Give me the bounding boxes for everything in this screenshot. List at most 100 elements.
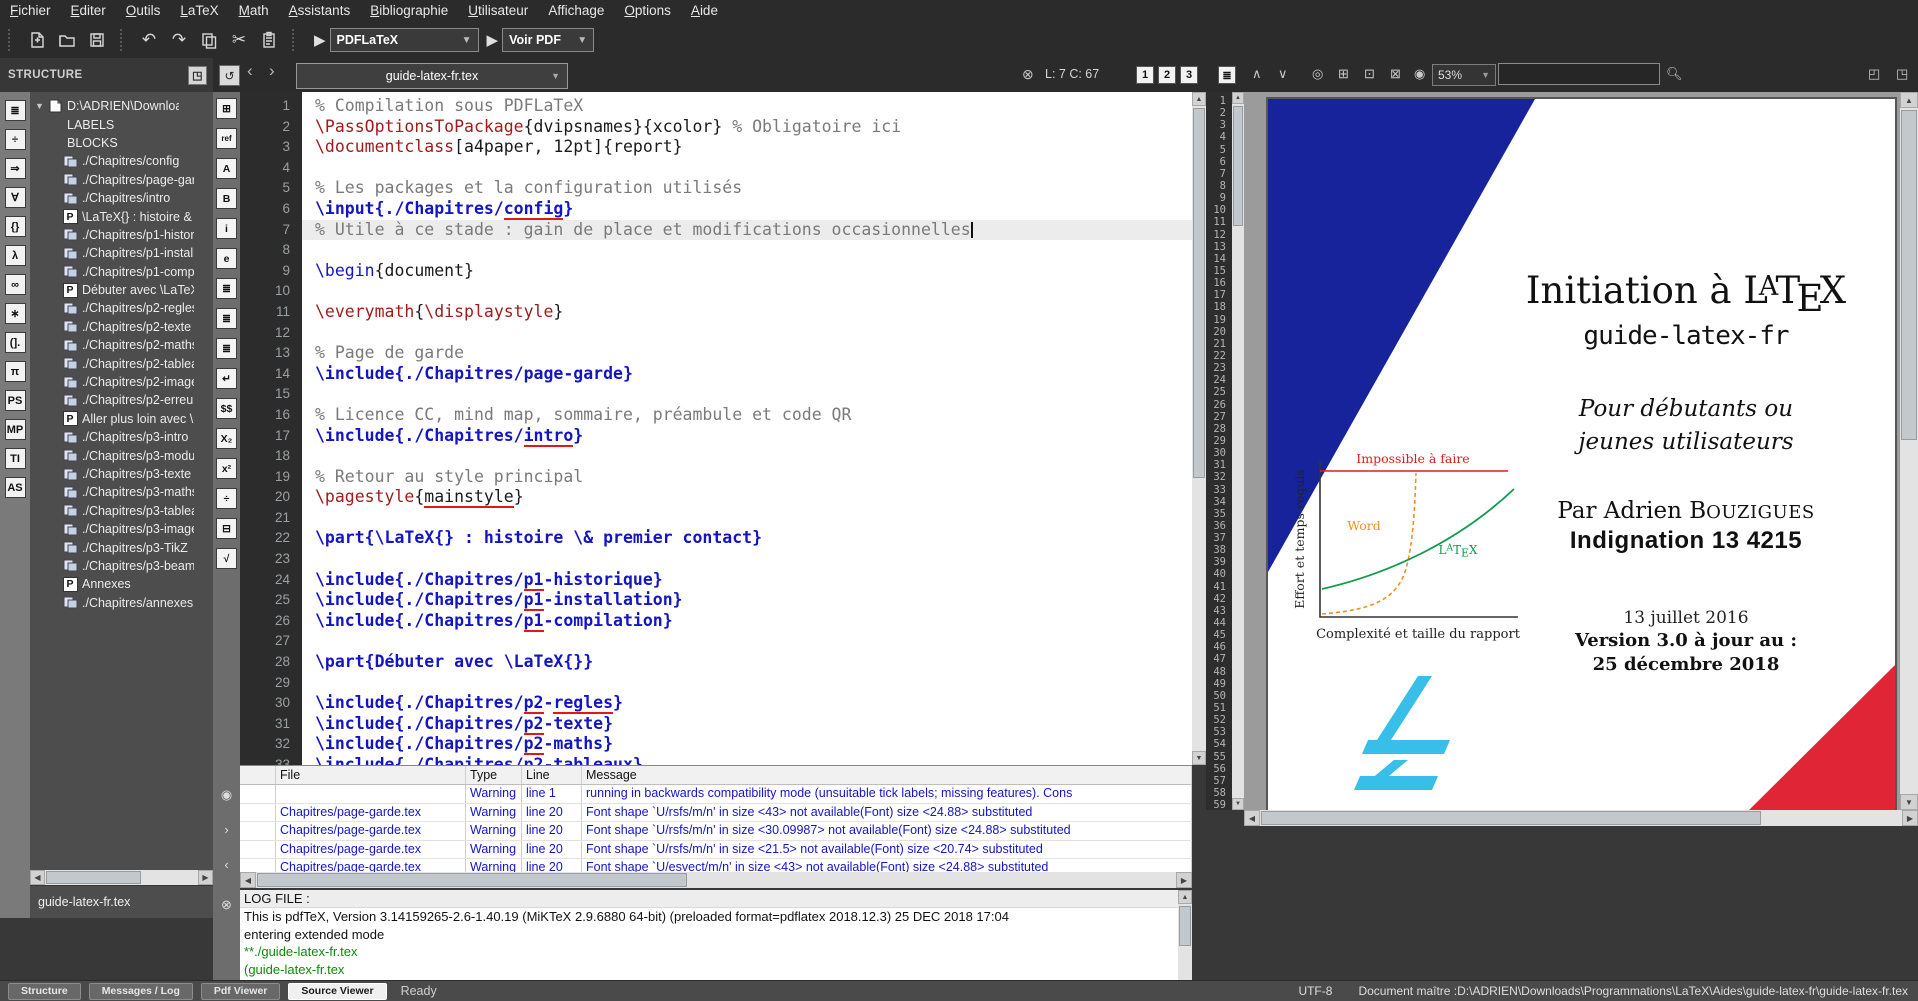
message-row[interactable]: Chapitres/page-garde.texWarningline 20Fo… [240,859,1192,873]
code-line[interactable]: \PassOptionsToPackage{dvipsnames}{xcolor… [302,117,1192,138]
messages-hscrollbar[interactable]: ◀ ▶ [240,872,1192,888]
detach-viewer-icon[interactable]: ◳ [1896,66,1908,82]
message-row[interactable]: Warningline 1running in backwards compat… [240,785,1192,804]
code-editor[interactable]: 1234567891011121314151617181920212223242… [240,92,1192,765]
code-line[interactable]: % Compilation sous PDFLaTeX [302,96,1192,117]
scroll-thumb[interactable] [46,871,141,884]
tree-item[interactable]: ./Chapitres/p2-regles [30,299,213,317]
scroll-thumb[interactable] [1233,106,1243,226]
tree-item[interactable]: ./Chapitres/p2-texte [30,318,213,336]
tree-item[interactable]: P\LaTeX{} : histoire & premier contact [30,207,213,225]
scroll-up-icon[interactable]: ∧ [1252,66,1262,82]
scroll-up-icon[interactable]: ▲ [1232,92,1244,104]
most-used-tab[interactable]: ∗ [5,303,26,324]
scroll-right-icon[interactable]: ▶ [1176,872,1192,888]
tree-item[interactable]: ./Chapitres/p2-images [30,373,213,391]
bold-icon[interactable]: B [216,188,237,209]
code-line[interactable]: \part{Débuter avec \LaTeX{}} [302,652,1192,673]
copy-button[interactable] [196,28,222,52]
relation-symbols-tab[interactable]: ÷ [5,129,26,150]
code-line[interactable]: \everymath{\displaystyle} [302,302,1192,323]
tree-item[interactable]: ./Chapitres/p3-modularite [30,446,213,464]
tree-item[interactable]: ./Chapitres/p1-historique [30,226,213,244]
dock-panel-icon[interactable]: ◳ [188,66,207,85]
code-line[interactable] [302,631,1192,652]
marquee-zoom-icon[interactable]: ⊡ [1364,66,1375,82]
code-line[interactable] [302,549,1192,570]
scroll-right-icon[interactable]: ▶ [1902,810,1918,826]
scroll-down-icon[interactable]: ▼ [1900,794,1918,810]
code-line[interactable]: \pagestyle{mainstyle} [302,487,1192,508]
code-line[interactable]: \include{./Chapitres/p2-texte} [302,714,1192,735]
menu-item-bibliographie[interactable]: Bibliographie [360,0,458,22]
nav-forward-icon[interactable]: › [269,61,275,81]
split-window-icon[interactable]: ◰ [1868,66,1880,82]
dfrac-icon[interactable]: ⊟ [216,518,237,539]
fit-page-icon[interactable]: ◎ [1312,66,1323,82]
scroll-down-icon[interactable]: ∨ [1278,66,1288,82]
search-icon[interactable]: 🔍︎ [1666,66,1683,82]
scroll-right-icon[interactable]: ▶ [198,870,213,885]
menu-item-aide[interactable]: Aide [681,0,728,22]
newline-icon[interactable]: ↵ [216,368,237,389]
close-icon[interactable]: ⊗ [1022,66,1034,83]
tree-item[interactable]: ./Chapitres/p3-maths [30,483,213,501]
code-line[interactable]: % Page de garde [302,343,1192,364]
new-file-button[interactable] [24,28,50,52]
paste-button[interactable] [256,28,282,52]
menu-item-latex[interactable]: LaTeX [170,0,228,22]
code-line[interactable]: \include{./Chapitres/intro} [302,426,1192,447]
code-line[interactable]: \include{./Chapitres/page-garde} [302,364,1192,385]
sqrt-icon[interactable]: √ [216,548,237,569]
code-line[interactable] [302,384,1192,405]
subscript-icon[interactable]: X₂ [216,428,237,449]
run-compile-button[interactable]: ▶ [314,31,326,49]
tree-item[interactable]: ./Chapitres/p1-installation [30,244,213,262]
code-line[interactable] [302,281,1192,302]
zoom-level-select[interactable]: 53% ▼ [1432,64,1496,86]
brackets-tab[interactable]: (]. [5,332,26,353]
statusbar-button-messages-log[interactable]: Messages / Log [89,983,193,1000]
tree-item[interactable]: BLOCKS [30,134,213,152]
message-row[interactable]: Chapitres/page-garde.texWarningline 20Fo… [240,804,1192,823]
tree-item[interactable]: ./Chapitres/p2-tableaux [30,354,213,372]
code-line[interactable] [302,158,1192,179]
open-file-item[interactable]: guide-latex-fr.tex [38,895,130,909]
message-row[interactable]: Chapitres/page-garde.texWarningline 20Fo… [240,822,1192,841]
code-line[interactable]: % Utile à ce stade : gain de place et mo… [302,220,1192,241]
metapost-tab[interactable]: MP [5,419,26,440]
next-error-icon[interactable]: › [213,822,240,837]
scroll-thumb[interactable] [1261,811,1761,825]
bookmark-2-button[interactable]: 2 [1158,66,1176,84]
document-tab[interactable]: guide-latex-fr.tex ▼ [296,63,568,89]
tree-item[interactable]: ./Chapitres/p3-images [30,520,213,538]
align-center-icon[interactable]: ≣ [216,308,237,329]
greek-letters-tab[interactable]: λ [5,245,26,266]
misc-symbols-tab[interactable]: ∞ [5,274,26,295]
menu-item-editer[interactable]: Editer [61,0,116,22]
frac-icon[interactable]: ÷ [216,488,237,509]
tree-item[interactable]: PAnnexes [30,575,213,593]
tree-item[interactable]: ./Chapitres/p3-texte [30,465,213,483]
invert-colors-icon[interactable]: ⊠ [1390,66,1401,82]
tree-item[interactable]: ./Chapitres/p2-maths [30,336,213,354]
code-line[interactable]: \begin{document} [302,261,1192,282]
scroll-down-icon[interactable]: ▼ [1192,751,1206,765]
code-line[interactable]: % Les packages et la configu­ration util… [302,178,1192,199]
compile-command-select[interactable]: PDFLaTeX ▼ [330,28,479,52]
statusbar-button-pdf-viewer[interactable]: Pdf Viewer [201,983,281,1000]
code-line[interactable]: \include{./Chapitres/p1-installation} [302,590,1192,611]
menu-item-affichage[interactable]: Affichage [538,0,614,22]
block-list-icon[interactable]: ≣ [1218,66,1236,84]
scroll-up-icon[interactable]: ▲ [1192,92,1206,106]
save-button[interactable] [84,28,110,52]
pdf-hscrollbar[interactable]: ◀ ▶ [1244,810,1918,826]
pdf-search-input[interactable] [1498,63,1660,85]
tree-item[interactable]: ./Chapitres/page-garde [30,171,213,189]
code-line[interactable]: \part{\LaTeX{} : histoire \& premier con… [302,528,1192,549]
emph-icon[interactable]: e [216,248,237,269]
tree-item[interactable]: ./Chapitres/p1-compilation [30,263,213,281]
tree-item[interactable]: ./Chapitres/annexes [30,594,213,612]
tree-item[interactable]: ./Chapitres/config [30,152,213,170]
structure-tab[interactable]: ≣ [5,100,26,121]
